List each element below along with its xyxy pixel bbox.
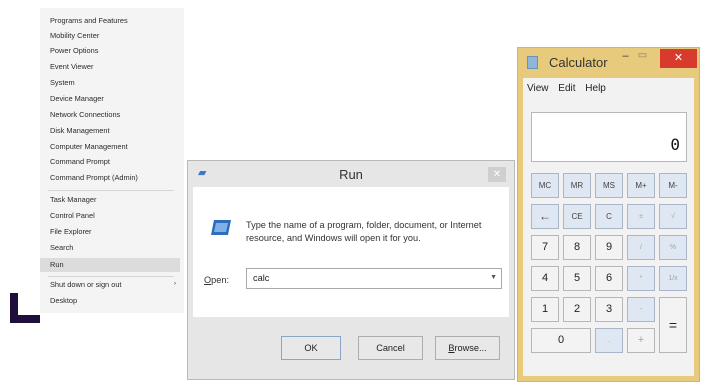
key-sqrt[interactable]: √ xyxy=(659,204,687,229)
key-7[interactable]: 7 xyxy=(531,235,559,260)
calculator-title: Calculator xyxy=(549,55,608,70)
chevron-down-icon[interactable]: ▼ xyxy=(490,274,497,281)
menu-item-system[interactable]: System xyxy=(50,78,75,88)
calculator-close-button[interactable]: ✕ xyxy=(660,49,697,68)
menu-item-mobility-center[interactable]: Mobility Center xyxy=(50,31,99,41)
winx-menu: Programs and Features Mobility Center Po… xyxy=(40,8,184,313)
key-3[interactable]: 3 xyxy=(595,297,623,322)
menu-item-search[interactable]: Search xyxy=(50,243,73,253)
display-value: 0 xyxy=(670,135,680,154)
run-title: Run xyxy=(339,167,363,182)
menu-item-command-prompt-admin[interactable]: Command Prompt (Admin) xyxy=(50,173,138,183)
menu-item-power-options[interactable]: Power Options xyxy=(50,46,98,56)
menu-item-command-prompt[interactable]: Command Prompt xyxy=(50,157,110,167)
key-equals[interactable]: = xyxy=(659,297,687,353)
minimize-button[interactable]: – xyxy=(618,50,633,64)
key-ce[interactable]: CE xyxy=(563,204,591,229)
menu-view[interactable]: View xyxy=(527,83,549,94)
open-label: Open: xyxy=(204,275,229,285)
maximize-button[interactable]: ▭ xyxy=(635,50,650,64)
menu-item-shut-down-or-sign-out[interactable]: Shut down or sign out xyxy=(50,280,122,290)
key-multiply[interactable]: * xyxy=(627,266,655,291)
menu-item-desktop[interactable]: Desktop xyxy=(50,296,77,306)
key-5[interactable]: 5 xyxy=(563,266,591,291)
calculator-menu-bar: View Edit Help xyxy=(527,83,613,94)
menu-item-programs-and-features[interactable]: Programs and Features xyxy=(50,16,128,26)
key-divide[interactable]: / xyxy=(627,235,655,260)
key-reciprocal[interactable]: 1/x xyxy=(659,266,687,291)
menu-item-event-viewer[interactable]: Event Viewer xyxy=(50,62,93,72)
run-title-bar[interactable]: ▰ Run ✕ xyxy=(188,161,514,187)
key-9[interactable]: 9 xyxy=(595,235,623,260)
key-8[interactable]: 8 xyxy=(563,235,591,260)
key-plus[interactable]: + xyxy=(627,328,655,353)
browse-label: rowse... xyxy=(454,343,487,353)
open-input[interactable]: calc xyxy=(253,273,269,283)
menu-item-control-panel[interactable]: Control Panel xyxy=(50,211,95,221)
key-c[interactable]: C xyxy=(595,204,623,229)
menu-edit[interactable]: Edit xyxy=(558,83,575,94)
menu-item-run[interactable]: Run xyxy=(40,258,180,272)
browse-button[interactable]: Browse... xyxy=(435,336,500,360)
calculator-window: Calculator – ▭ ✕ View Edit Help 0 MC MR … xyxy=(517,47,700,382)
start-button-notch xyxy=(18,293,40,315)
key-6[interactable]: 6 xyxy=(595,266,623,291)
ok-button[interactable]: OK xyxy=(281,336,341,360)
submenu-arrow-icon: › xyxy=(174,281,176,287)
menu-item-device-manager[interactable]: Device Manager xyxy=(50,94,104,104)
menu-item-task-manager[interactable]: Task Manager xyxy=(50,195,96,205)
key-mc[interactable]: MC xyxy=(531,173,559,198)
run-program-icon xyxy=(211,220,231,235)
open-combobox[interactable]: calc ▼ xyxy=(246,268,502,289)
key-ms[interactable]: MS xyxy=(595,173,623,198)
calculator-display: 0 xyxy=(531,112,687,162)
run-close-button[interactable]: ✕ xyxy=(488,167,506,182)
key-m-plus[interactable]: M+ xyxy=(627,173,655,198)
menu-separator xyxy=(48,190,174,191)
cancel-button[interactable]: Cancel xyxy=(358,336,423,360)
key-percent[interactable]: % xyxy=(659,235,687,260)
open-label-text: pen: xyxy=(211,275,230,285)
menu-item-network-connections[interactable]: Network Connections xyxy=(50,110,120,120)
run-description: Type the name of a program, folder, docu… xyxy=(246,220,482,243)
menu-item-file-explorer[interactable]: File Explorer xyxy=(50,227,91,237)
key-backspace[interactable]: ← xyxy=(531,204,559,229)
key-4[interactable]: 4 xyxy=(531,266,559,291)
run-dialog: ▰ Run ✕ Type the name of a program, fold… xyxy=(187,160,515,380)
run-client-area: Type the name of a program, folder, docu… xyxy=(193,187,509,317)
key-1[interactable]: 1 xyxy=(531,297,559,322)
menu-item-computer-management[interactable]: Computer Management xyxy=(50,142,128,152)
menu-item-disk-management[interactable]: Disk Management xyxy=(50,126,110,136)
menu-help[interactable]: Help xyxy=(585,83,606,94)
key-0[interactable]: 0 xyxy=(531,328,591,353)
key-decimal[interactable]: . xyxy=(595,328,623,353)
menu-separator xyxy=(48,276,174,277)
calculator-app-icon xyxy=(527,56,538,69)
key-mr[interactable]: MR xyxy=(563,173,591,198)
key-minus[interactable]: - xyxy=(627,297,655,322)
key-plus-minus[interactable]: ± xyxy=(627,204,655,229)
key-2[interactable]: 2 xyxy=(563,297,591,322)
key-m-minus[interactable]: M- xyxy=(659,173,687,198)
